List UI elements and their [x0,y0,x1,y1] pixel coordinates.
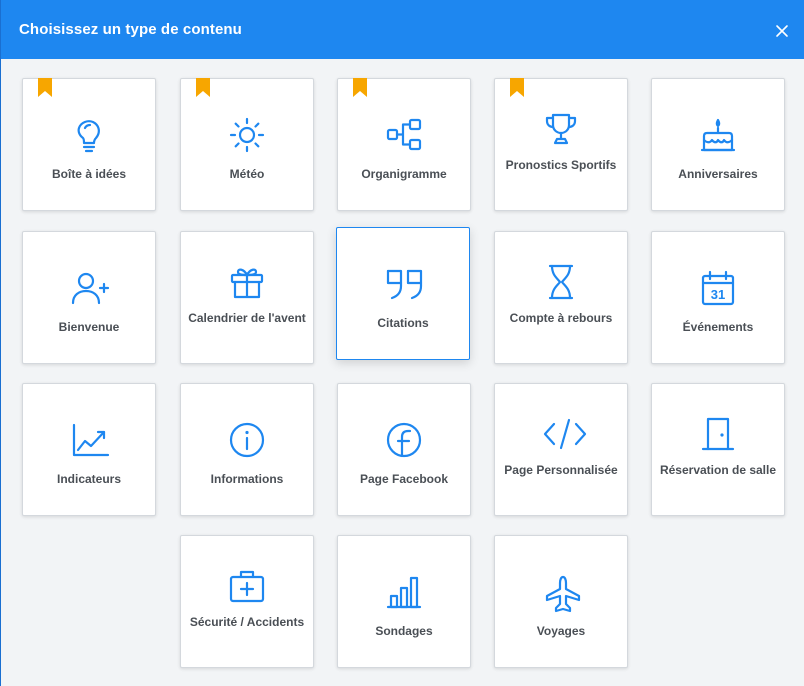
tile-trophy[interactable]: Pronostics Sportifs [494,78,628,211]
facebook-icon [386,422,422,458]
content-type-dialog: Choisissez un type de contenu Boîte à id… [0,0,804,686]
dialog-title: Choisissez un type de contenu [19,21,242,38]
close-icon[interactable] [773,22,791,40]
bar-chart-icon [386,574,422,610]
tile-label: Anniversaires [678,167,758,181]
tile-label: Organigramme [361,167,447,181]
org-chart-icon [386,117,422,153]
tile-label: Événements [682,320,754,334]
door-icon [700,416,736,452]
tile-gift[interactable]: Calendrier de l'avent [180,231,314,364]
tile-label: Page Facebook [359,472,449,486]
bookmark-icon [196,78,210,97]
airplane-icon [543,574,581,613]
trophy-icon [543,111,579,147]
gift-icon [229,264,265,300]
calendar-icon: 31 [700,270,736,306]
tile-calendar[interactable]: 31 Événements [651,231,785,364]
tile-code[interactable]: Page Personnalisée [494,383,628,516]
dialog-header: Choisissez un type de contenu [1,0,804,59]
tile-bar-chart[interactable]: Sondages [337,535,471,668]
bookmark-icon [38,78,52,97]
tile-label: Sondages [375,624,433,638]
info-icon [229,422,265,458]
tile-label: Page Personnalisée [504,463,618,477]
tile-label: Bienvenue [58,320,120,334]
tile-user-plus[interactable]: Bienvenue [22,231,156,364]
code-icon [543,416,587,452]
tile-label: Calendrier de l'avent [188,311,306,325]
chart-line-icon [71,422,110,458]
tile-label: Réservation de salle [659,463,777,477]
lightbulb-icon [71,117,107,153]
bookmark-icon [510,78,524,97]
tile-label: Voyages [536,624,586,638]
hourglass-icon [543,264,579,300]
tile-label: Compte à rebours [509,311,613,325]
first-aid-kit-icon [229,568,265,604]
tile-label: Météo [229,167,265,181]
tile-info[interactable]: Informations [180,383,314,516]
tile-label: Citations [377,316,429,330]
tile-lightbulb[interactable]: Boîte à idées [22,78,156,211]
tile-chart-line[interactable]: Indicateurs [22,383,156,516]
user-plus-icon [71,270,110,306]
tile-hourglass[interactable]: Compte à rebours [494,231,628,364]
svg-text:31: 31 [711,287,725,302]
tile-quote[interactable]: Citations [336,227,470,360]
sun-icon [229,117,265,153]
tile-first-aid-kit[interactable]: Sécurité / Accidents [180,535,314,668]
birthday-cake-icon [700,117,736,153]
tile-facebook[interactable]: Page Facebook [337,383,471,516]
tile-label: Indicateurs [56,472,122,486]
tile-label: Sécurité / Accidents [189,615,305,629]
tile-airplane[interactable]: Voyages [494,535,628,668]
tile-label: Informations [210,472,284,486]
tile-org-chart[interactable]: Organigramme [337,78,471,211]
tile-label: Pronostics Sportifs [505,158,617,172]
bookmark-icon [353,78,367,97]
tile-door[interactable]: Réservation de salle [651,383,785,516]
tile-birthday-cake[interactable]: Anniversaires [651,78,785,211]
tile-label: Boîte à idées [51,167,127,181]
tile-sun[interactable]: Météo [180,78,314,211]
quote-icon [385,266,423,302]
